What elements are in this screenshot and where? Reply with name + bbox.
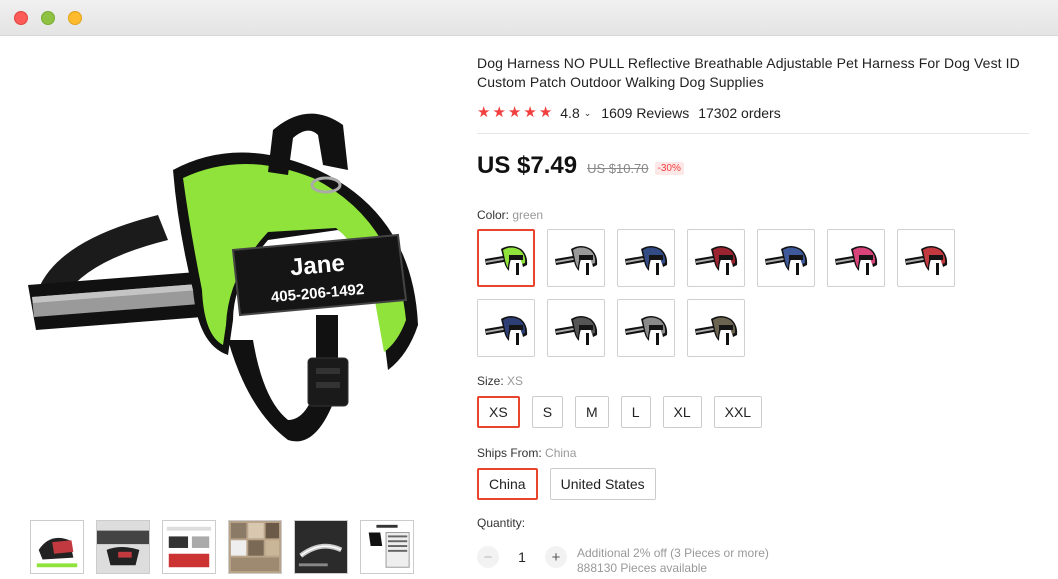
image-thumbnails	[30, 520, 414, 574]
quantity-info: Additional 2% off (3 Pieces or more) 888…	[577, 546, 769, 576]
star-rating: ★ ★ ★ ★ ★	[477, 105, 552, 121]
harness-thumbnail-icon	[625, 246, 668, 275]
star-icon: ★	[523, 104, 537, 121]
harness-thumbnail-icon	[555, 316, 598, 345]
harness-thumbnail-icon	[765, 246, 808, 275]
quantity-value[interactable]: 1	[499, 546, 545, 568]
patch-name: Jane	[289, 250, 346, 282]
size-options: XS S M L XL XXL	[477, 396, 1037, 428]
thumbnail-2[interactable]	[96, 520, 150, 574]
ships-selected-value: China	[545, 446, 577, 460]
color-swatch-green[interactable]	[477, 229, 535, 287]
thumbnail-6[interactable]	[360, 520, 414, 574]
close-window-button[interactable]	[14, 11, 28, 25]
harness-thumbnail-icon	[695, 316, 738, 345]
color-label-text: Color:	[477, 208, 510, 222]
bulk-discount-text: Additional 2% off (3 Pieces or more)	[577, 546, 769, 560]
harness-thumbnail-icon	[485, 316, 528, 345]
product-title: Dog Harness NO PULL Reflective Breathabl…	[477, 55, 1020, 90]
color-label: Color: green	[477, 208, 1037, 222]
chevron-down-icon[interactable]: ⌄	[584, 108, 592, 119]
color-swatch-red[interactable]	[687, 229, 745, 287]
thumbnail-3[interactable]	[162, 520, 216, 574]
quantity-stepper: − 1 + Additional 2% off (3 Pieces or mor…	[477, 546, 1037, 576]
zoom-window-button[interactable]	[68, 11, 82, 25]
price-row: US $7.49 US $10.70 -30%	[477, 152, 1037, 180]
star-icon: ★	[477, 104, 491, 121]
size-label: Size: XS	[477, 374, 1037, 388]
size-option-m[interactable]: M	[575, 396, 609, 428]
ships-label-text: Ships From:	[477, 446, 542, 460]
rating-value[interactable]: 4.8	[560, 105, 579, 121]
size-option-xs[interactable]: XS	[477, 396, 520, 428]
color-swatches	[477, 229, 977, 357]
color-swatch-pink[interactable]	[827, 229, 885, 287]
size-option-xxl[interactable]: XXL	[713, 396, 763, 428]
harness-image: Jane 405-206-1492	[28, 113, 418, 442]
color-swatch-blue-2[interactable]	[757, 229, 815, 287]
harness-thumbnail-icon	[555, 246, 598, 275]
harness-thumbnail-icon	[905, 246, 948, 275]
rating-row: ★ ★ ★ ★ ★ 4.8 ⌄ 1609 Reviews 17302 order…	[477, 103, 1037, 123]
size-option-l[interactable]: L	[620, 396, 651, 428]
size-selected-value: XS	[507, 374, 524, 388]
pieces-available-text: 888130 Pieces available	[577, 561, 708, 575]
current-price: US $7.49	[477, 152, 578, 179]
harness-thumbnail-icon	[835, 246, 878, 275]
product-info: Dog Harness NO PULL Reflective Breathabl…	[477, 54, 1037, 576]
divider	[477, 133, 1029, 134]
ships-option-china[interactable]: China	[477, 468, 538, 500]
color-swatch-red-2[interactable]	[897, 229, 955, 287]
color-swatch-navy[interactable]	[477, 299, 535, 357]
color-swatch-gray[interactable]	[547, 229, 605, 287]
thumbnail-5[interactable]	[294, 520, 348, 574]
original-price: US $10.70	[587, 161, 649, 176]
harness-thumbnail-icon	[625, 316, 668, 345]
color-selected-value: green	[512, 208, 544, 222]
minimize-window-button[interactable]	[41, 11, 55, 25]
size-option-s[interactable]: S	[531, 396, 564, 428]
harness-thumbnail-icon	[695, 246, 738, 275]
product-main-image[interactable]: Jane 405-206-1492	[18, 90, 428, 460]
ships-option-united-states[interactable]: United States	[549, 468, 656, 500]
size-option-xl[interactable]: XL	[662, 396, 702, 428]
ships-from-label: Ships From: China	[477, 446, 1037, 460]
color-swatch-blue[interactable]	[617, 229, 675, 287]
quantity-label: Quantity:	[477, 516, 526, 530]
size-label-text: Size:	[477, 374, 504, 388]
star-icon: ★	[507, 104, 522, 121]
browser-window: Jane 405-206-1492 Dog Harness NO PULL Re…	[0, 0, 1058, 579]
color-swatch-camo[interactable]	[687, 299, 745, 357]
harness-thumbnail-icon	[485, 246, 528, 275]
discount-badge: -30%	[654, 162, 684, 175]
quantity-increase-button[interactable]: +	[545, 546, 567, 568]
thumbnail-1[interactable]	[30, 520, 84, 574]
orders-count: 17302 orders	[698, 105, 781, 121]
quantity-decrease-button[interactable]: −	[477, 546, 499, 568]
thumbnail-4[interactable]	[228, 520, 282, 574]
reviews-link[interactable]: 1609 Reviews	[601, 105, 689, 121]
star-icon: ★	[492, 104, 506, 121]
star-icon: ★	[538, 104, 553, 121]
color-swatch-dark-gray[interactable]	[547, 299, 605, 357]
color-swatch-silver[interactable]	[617, 299, 675, 357]
title-bar	[0, 0, 1058, 36]
ships-from-options: China United States	[477, 468, 1037, 500]
